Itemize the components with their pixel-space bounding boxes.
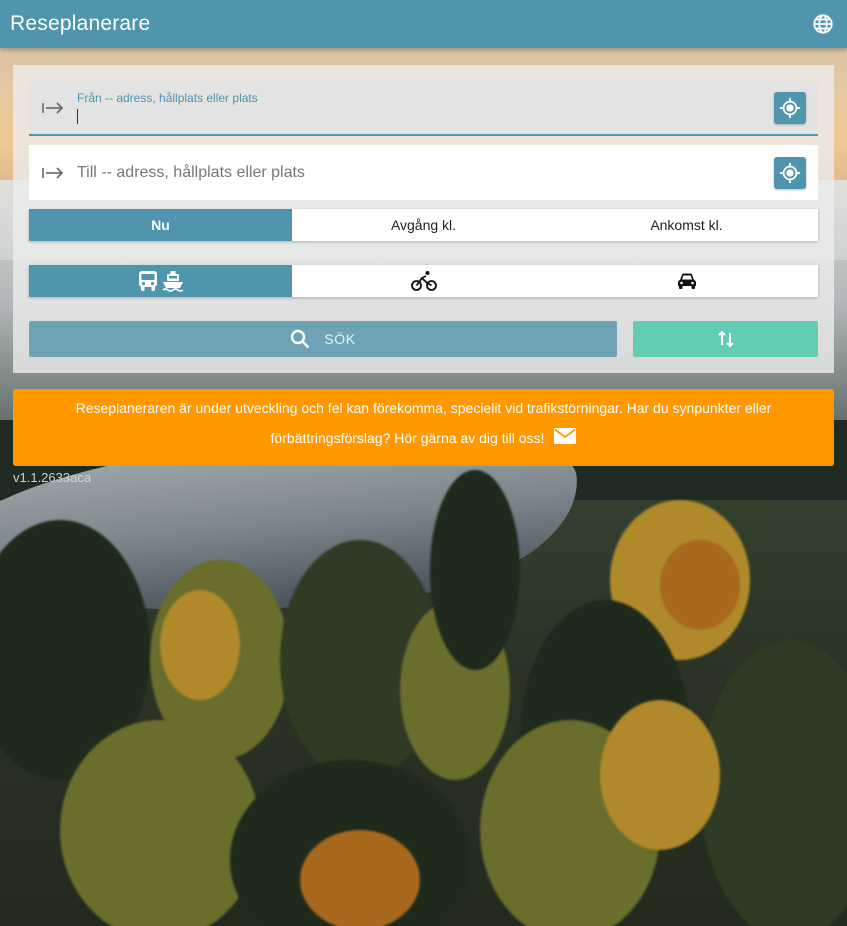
- mode-bicycle[interactable]: [292, 265, 555, 297]
- search-icon: [291, 329, 310, 349]
- time-option-departure[interactable]: Avgång kl.: [292, 209, 555, 241]
- to-input[interactable]: [77, 145, 774, 200]
- from-input[interactable]: [77, 81, 774, 134]
- background-tree: [160, 590, 240, 700]
- to-field[interactable]: [29, 145, 818, 200]
- feedback-mail-button[interactable]: [554, 424, 577, 454]
- from-arrow-icon: [29, 101, 77, 115]
- background-tree: [430, 470, 520, 670]
- mode-public-transport[interactable]: [29, 265, 292, 297]
- trip-planner-panel: Från -- adress, hållplats eller plats Ti…: [13, 65, 834, 373]
- to-field-body: [77, 145, 774, 200]
- search-button-label: SÖK: [324, 331, 356, 347]
- background-tree: [600, 700, 720, 850]
- to-locate-button[interactable]: [774, 156, 806, 189]
- bicycle-icon: [410, 271, 437, 291]
- notice-text: Reseplaneraren är under utveckling och f…: [75, 400, 772, 446]
- app-header: Reseplanerare: [0, 0, 847, 48]
- globe-icon: [813, 14, 833, 34]
- to-arrow-icon: [29, 166, 77, 180]
- background-tree: [660, 540, 740, 630]
- from-locate-button[interactable]: [774, 91, 806, 124]
- from-field[interactable]: Från -- adress, hållplats eller plats: [29, 81, 818, 136]
- background-tree: [300, 830, 420, 926]
- app-title: Reseplanerare: [10, 12, 151, 35]
- from-field-body: Från -- adress, hållplats eller plats: [77, 81, 774, 134]
- crosshair-location-icon: [779, 162, 801, 183]
- time-selector: Nu Avgång kl. Ankomst kl.: [29, 209, 818, 241]
- crosshair-location-icon: [779, 97, 801, 118]
- car-icon: [677, 273, 696, 289]
- time-option-arrival[interactable]: Ankomst kl.: [555, 209, 818, 241]
- language-button[interactable]: [811, 12, 835, 36]
- swap-vertical-icon: [717, 330, 734, 348]
- envelope-icon: [554, 428, 577, 445]
- search-button[interactable]: SÖK: [29, 321, 617, 357]
- ferry-icon: [162, 271, 183, 292]
- development-notice: Reseplaneraren är under utveckling och f…: [13, 389, 834, 466]
- time-option-now[interactable]: Nu: [29, 209, 292, 241]
- swap-directions-button[interactable]: [633, 321, 818, 357]
- mode-car[interactable]: [555, 265, 818, 297]
- travel-mode-selector: [29, 265, 818, 297]
- version-label: v1.1.2633aca: [13, 470, 92, 485]
- background-tree: [60, 720, 260, 926]
- bus-icon: [138, 271, 157, 291]
